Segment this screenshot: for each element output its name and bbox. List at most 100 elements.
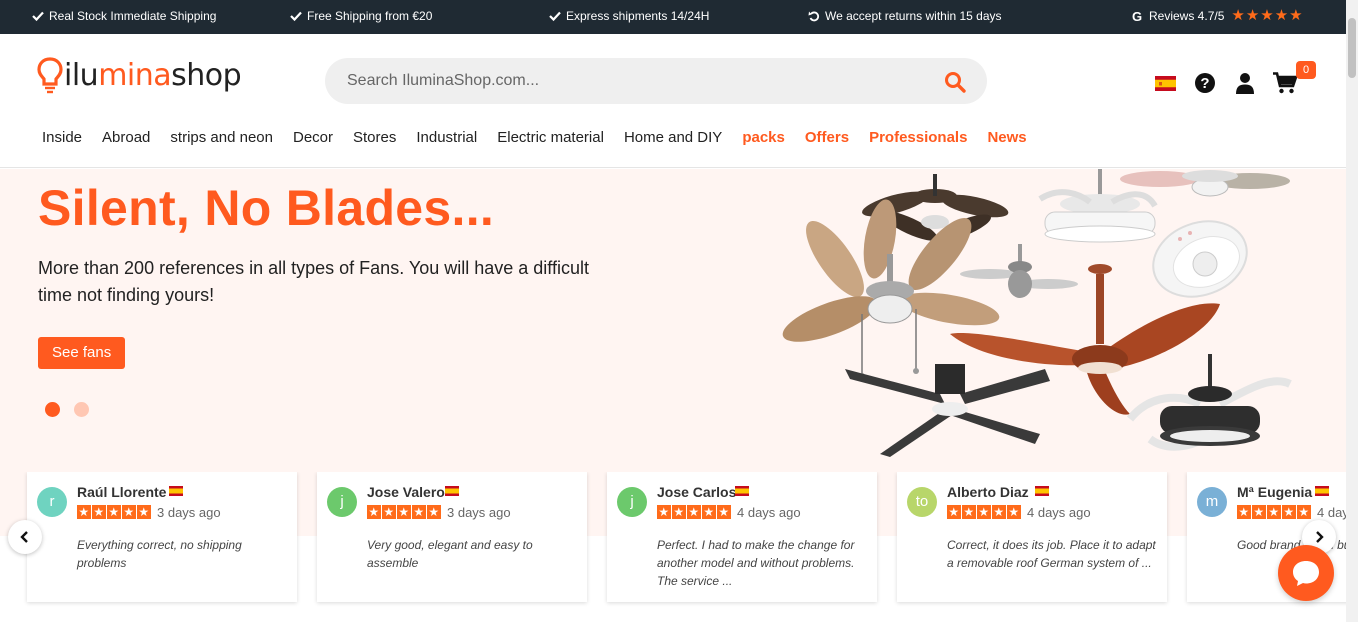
avatar: m xyxy=(1197,487,1227,517)
topbar-label: Real Stock Immediate Shipping xyxy=(49,9,217,23)
see-fans-button[interactable]: See fans xyxy=(38,337,126,369)
search-bar xyxy=(325,58,987,104)
spain-flag-icon xyxy=(1154,75,1176,91)
slider-dot-1[interactable] xyxy=(45,402,60,417)
review-text: Everything correct, no shipping problems xyxy=(77,538,242,570)
logo[interactable]: iluminashop xyxy=(36,56,242,96)
nav-item-strips-and-neon[interactable]: strips and neon xyxy=(160,129,283,147)
review-stars: ★ ★ ★ ★ ★ xyxy=(77,505,151,519)
review-text: Correct, it does its job. Place it to ad… xyxy=(947,538,1156,570)
review-date: 4 days ago xyxy=(737,505,801,520)
review-date: 4 days ago xyxy=(1027,505,1091,520)
fans-product-image xyxy=(782,169,1292,457)
fan-black-retractable xyxy=(1126,354,1292,451)
spain-flag-icon xyxy=(735,486,749,496)
logo-text: iluminashop xyxy=(64,58,242,93)
avatar: j xyxy=(327,487,357,517)
review-date: 3 days ago xyxy=(157,505,221,520)
reviewer-name: Mª Eugenia xyxy=(1237,484,1313,500)
review-date: 4 days ago xyxy=(1317,505,1346,520)
nav-item-decor[interactable]: Decor xyxy=(283,129,343,147)
slider-dots xyxy=(45,402,89,417)
hero-text: More than 200 references in all types of… xyxy=(38,258,589,305)
topbar-label: Free Shipping from €20 xyxy=(307,9,433,23)
fan-black-four-blade xyxy=(845,364,1050,457)
site-header: iluminashop ? 0 InsideAbroadstrips and n… xyxy=(0,34,1346,168)
reviews-prev-button[interactable] xyxy=(8,520,42,554)
check-icon xyxy=(290,11,302,22)
review-stars: ★ ★ ★ ★ ★ xyxy=(657,505,731,519)
google-icon: G xyxy=(1132,10,1142,22)
review-text: Very good, elegant and easy to assemble xyxy=(367,538,533,570)
slider-dot-2[interactable] xyxy=(74,402,89,417)
reviewer-name: Jose Valero xyxy=(367,484,445,500)
reviews-carousel: r Raúl Llorente ★ ★ ★ ★ ★ 3 days ago Everyth… xyxy=(0,472,1346,612)
nav-item-home-and-diy[interactable]: Home and DIY xyxy=(614,129,732,147)
nav-item-abroad[interactable]: Abroad xyxy=(92,129,160,147)
lightbulb-logo-icon xyxy=(37,57,63,94)
return-icon xyxy=(808,11,820,22)
topbar-label: We accept returns within 15 days xyxy=(825,9,1002,23)
fan-wood-large xyxy=(782,199,1000,379)
search-input[interactable] xyxy=(347,70,907,92)
review-card[interactable]: r Raúl Llorente ★ ★ ★ ★ ★ 3 days ago Everyth… xyxy=(27,472,297,602)
chevron-right-icon xyxy=(1316,531,1324,543)
hero-title: Silent, No Blades... xyxy=(38,180,495,236)
review-card[interactable]: j Jose Carlos ★ ★ ★ ★ ★ 4 days ago Perfect. … xyxy=(607,472,877,602)
spain-flag-icon xyxy=(445,486,459,496)
search-icon[interactable] xyxy=(943,70,967,94)
review-stars: ★ ★ ★ ★ ★ xyxy=(1237,505,1311,519)
rating-stars: ★★★★★ xyxy=(1231,7,1304,24)
chevron-left-icon xyxy=(20,531,28,543)
user-icon xyxy=(1236,73,1254,94)
spain-flag-icon xyxy=(1035,486,1049,496)
nav-item-electric-material[interactable]: Electric material xyxy=(487,129,614,147)
cart-icon xyxy=(1273,72,1297,94)
topbar-label: Express shipments 14/24H xyxy=(566,9,710,23)
nav-item-packs[interactable]: packs xyxy=(732,129,795,147)
svg-text:G: G xyxy=(1132,10,1142,22)
scrollbar-thumb[interactable] xyxy=(1348,18,1356,78)
avatar: j xyxy=(617,487,647,517)
top-info-bar: Real Stock Immediate Shipping Free Shipp… xyxy=(0,0,1346,34)
cart-button[interactable]: 0 xyxy=(1272,61,1316,94)
fan-white-top-right xyxy=(1120,170,1290,197)
reviewer-name: Raúl Llorente xyxy=(77,484,167,500)
nav-item-professionals[interactable]: Professionals xyxy=(859,129,977,147)
nav-item-offers[interactable]: Offers xyxy=(795,129,859,147)
nav-item-stores[interactable]: Stores xyxy=(343,129,406,147)
spain-flag-icon xyxy=(169,486,183,496)
help-button[interactable]: ? xyxy=(1192,72,1218,94)
review-date: 3 days ago xyxy=(447,505,511,520)
spain-flag-icon xyxy=(1315,486,1329,496)
fan-silver-small xyxy=(960,244,1078,298)
review-card[interactable]: j Jose Valero ★ ★ ★ ★ ★ 3 days ago Very good… xyxy=(317,472,587,602)
topbar-item-stock: Real Stock Immediate Shipping xyxy=(32,9,216,23)
review-text: Perfect. I had to make the change for an… xyxy=(657,538,855,588)
question-circle-icon: ? xyxy=(1195,73,1215,93)
review-card[interactable]: to Alberto Diaz ★ ★ ★ ★ ★ 4 days ago Correct… xyxy=(897,472,1167,602)
avatar: r xyxy=(37,487,67,517)
topbar-label: Reviews 4.7/5 xyxy=(1149,9,1225,23)
header-actions: ? 0 xyxy=(1152,61,1316,94)
nav-item-industrial[interactable]: Industrial xyxy=(406,129,487,147)
reviewer-name: Alberto Diaz xyxy=(947,484,1029,500)
check-icon xyxy=(32,11,44,22)
fan-round-white xyxy=(1152,220,1248,298)
language-selector[interactable] xyxy=(1152,72,1178,94)
nav-item-news[interactable]: News xyxy=(977,129,1036,147)
cart-count-badge: 0 xyxy=(1296,61,1316,79)
check-icon xyxy=(549,11,561,22)
chat-bubble-icon xyxy=(1293,561,1319,586)
chat-button[interactable] xyxy=(1278,545,1334,601)
review-stars: ★ ★ ★ ★ ★ xyxy=(947,505,1021,519)
account-button[interactable] xyxy=(1232,72,1258,94)
topbar-item-returns: We accept returns within 15 days xyxy=(808,9,1002,23)
svg-text:?: ? xyxy=(1200,75,1209,92)
topbar-item-shipping: Free Shipping from €20 xyxy=(290,9,432,23)
main-nav: Inside Abroad strips and neon Decor Stores In… xyxy=(32,129,1037,147)
topbar-item-reviews[interactable]: G Reviews 4.7/5 ★★★★★ xyxy=(1132,7,1304,24)
topbar-item-express: Express shipments 14/24H xyxy=(549,9,709,23)
nav-item-inside[interactable]: Inside xyxy=(32,129,92,147)
page-scrollbar[interactable] xyxy=(1346,0,1358,622)
